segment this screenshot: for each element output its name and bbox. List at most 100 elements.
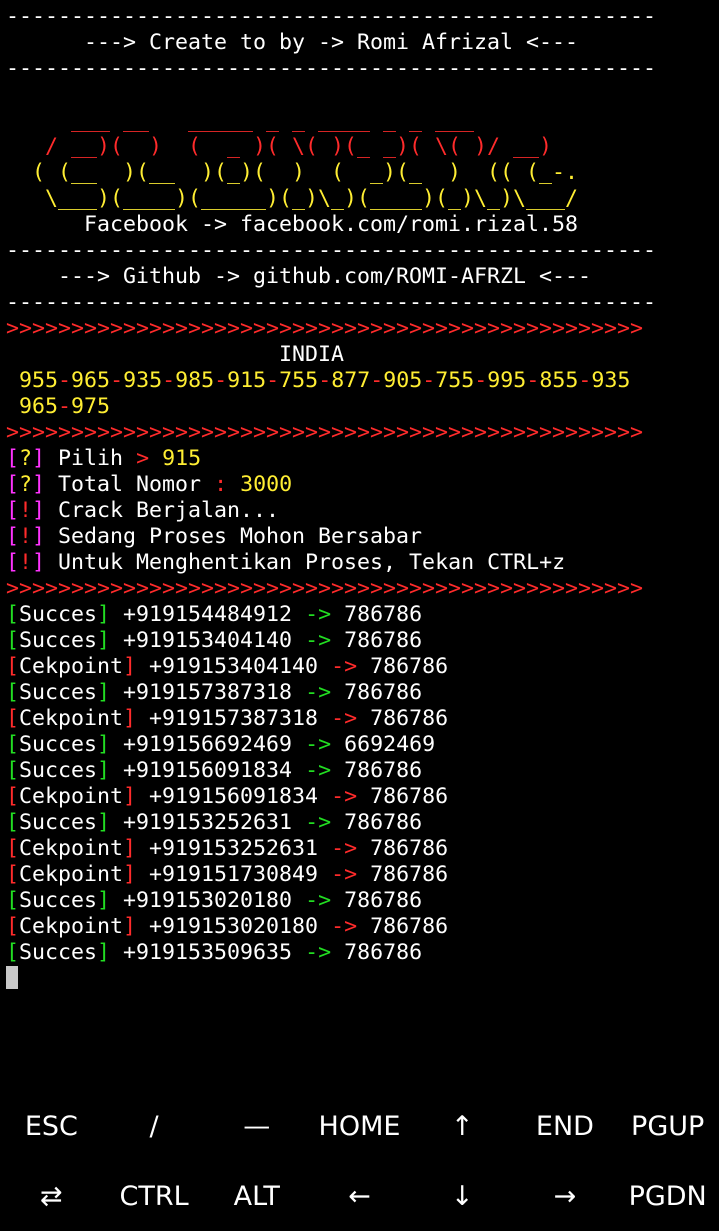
left-arrow-key[interactable]: ← (308, 1162, 411, 1231)
phone-number: +919153404140 (110, 628, 306, 653)
status-bracket: ] (123, 836, 137, 861)
code-separator: - (58, 394, 72, 419)
esc-key[interactable]: ESC (0, 1092, 103, 1162)
result-arrow: -> (305, 940, 332, 965)
phone-number: +919153020180 (136, 914, 332, 939)
phone-number: +919153404140 (136, 654, 332, 679)
phone-number: +919156091834 (110, 758, 306, 783)
result-line: [Cekpoint] +919153020180 -> 786786 (0, 914, 719, 940)
prompt-bracket: [ (6, 498, 20, 523)
result-line: [Cekpoint] +919157387318 -> 786786 (0, 706, 719, 732)
status-bracket: ] (97, 810, 111, 835)
password-value: 786786 (357, 654, 449, 679)
arrow-divider: >>>>>>>>>>>>>>>>>>>>>>>>>>>>>>>>>>>>>>>>… (6, 576, 644, 601)
result-line: [Succes] +919153020180 -> 786786 (0, 888, 719, 914)
status-label: Cekpoint (19, 862, 124, 887)
code-separator: - (266, 368, 280, 393)
github-line: ---> Github -> github.com/ROMI-AFRZL <--… (6, 264, 592, 289)
result-line: [Cekpoint] +919156091834 -> 786786 (0, 784, 719, 810)
status-label: Cekpoint (19, 706, 124, 731)
home-key[interactable]: HOME (308, 1092, 411, 1162)
slash-key[interactable]: / (103, 1092, 206, 1162)
prompt-value: 3000 (227, 472, 293, 497)
code-separator: - (318, 368, 332, 393)
code-separator: - (110, 368, 124, 393)
phone-number: +919156692469 (110, 732, 306, 757)
result-line: [Succes] +919156692469 -> 6692469 (0, 732, 719, 758)
prompt-bracket: ] (32, 550, 46, 575)
arrow-divider: >>>>>>>>>>>>>>>>>>>>>>>>>>>>>>>>>>>>>>>>… (6, 420, 644, 445)
status-bracket: [ (6, 862, 20, 887)
code-separator: - (526, 368, 540, 393)
status-bracket: ] (97, 758, 111, 783)
password-value: 786786 (331, 602, 423, 627)
status-bracket: [ (6, 836, 20, 861)
result-arrow: -> (305, 602, 332, 627)
extra-keys-row: ⇄ CTRL ALT ← ↓ → PGDN (0, 1162, 719, 1231)
area-code: 877 (331, 368, 371, 393)
prompt-line: [?] Pilih > 915 (0, 446, 719, 472)
status-label: Cekpoint (19, 836, 124, 861)
status-bracket: ] (97, 680, 111, 705)
pgdn-key[interactable]: PGDN (616, 1162, 719, 1231)
prompt-symbol: ? (19, 472, 33, 497)
phone-number: +919153509635 (110, 940, 306, 965)
pgup-key[interactable]: PGUP (616, 1092, 719, 1162)
status-bracket: [ (6, 810, 20, 835)
status-bracket: ] (123, 654, 137, 679)
status-label: Succes (19, 888, 98, 913)
prompt-bracket: [ (6, 472, 20, 497)
area-code: 995 (487, 368, 527, 393)
result-arrow: -> (331, 654, 358, 679)
status-bracket: [ (6, 628, 20, 653)
ctrl-key[interactable]: CTRL (103, 1162, 206, 1231)
status-label: Succes (19, 680, 98, 705)
password-value: 786786 (357, 706, 449, 731)
end-key[interactable]: END (514, 1092, 617, 1162)
terminal-output[interactable]: ----------------------------------------… (0, 0, 719, 1090)
password-value: 786786 (331, 758, 423, 783)
phone-number: +919153252631 (110, 810, 306, 835)
result-arrow: -> (305, 758, 332, 783)
prompt-bracket: ] (32, 472, 46, 497)
right-arrow-key[interactable]: → (514, 1162, 617, 1231)
rule-line: ----------------------------------------… (6, 238, 657, 263)
phone-number: +919153020180 (110, 888, 306, 913)
result-line: [Succes] +919154484912 -> 786786 (0, 602, 719, 628)
status-bracket: ] (97, 628, 111, 653)
area-code: 975 (71, 394, 111, 419)
prompt-label: Untuk Menghentikan Proses, Tekan CTRL+z (45, 550, 566, 575)
result-arrow: -> (305, 680, 332, 705)
area-code: 855 (539, 368, 579, 393)
down-arrow-key[interactable]: ↓ (411, 1162, 514, 1231)
prompt-line: [?] Total Nomor : 3000 (0, 472, 719, 498)
prompt-label: Total Nomor (45, 472, 215, 497)
prompt-bracket: ] (32, 498, 46, 523)
alt-key[interactable]: ALT (205, 1162, 308, 1231)
extra-keys-bar: ESC / — HOME ↑ END PGUP ⇄ CTRL ALT ← ↓ → PGDN (0, 1092, 719, 1231)
prompt-symbol: ! (19, 498, 33, 523)
area-code: 755 (279, 368, 319, 393)
result-arrow: -> (305, 732, 332, 757)
extra-keys-row: ESC / — HOME ↑ END PGUP (0, 1092, 719, 1162)
status-label: Succes (19, 810, 98, 835)
code-separator: - (214, 368, 228, 393)
prompt-list: [?] Pilih > 915 [?] Total Nomor : 3000 [!]… (0, 446, 719, 576)
up-arrow-key[interactable]: ↑ (411, 1092, 514, 1162)
result-arrow: -> (331, 706, 358, 731)
status-bracket: ] (123, 914, 137, 939)
tab-key[interactable]: ⇄ (0, 1162, 103, 1231)
prompt-line: [!] Crack Berjalan... (0, 498, 719, 524)
password-value: 786786 (357, 914, 449, 939)
result-line: [Succes] +919153252631 -> 786786 (0, 810, 719, 836)
password-value: 6692469 (331, 732, 436, 757)
status-label: Cekpoint (19, 784, 124, 809)
dash-key[interactable]: — (205, 1092, 308, 1162)
result-line: [Cekpoint] +919153252631 -> 786786 (0, 836, 719, 862)
result-line: [Cekpoint] +919151730849 -> 786786 (0, 862, 719, 888)
prompt-separator: : (214, 472, 228, 497)
phone-number: +919157387318 (136, 706, 332, 731)
password-value: 786786 (331, 628, 423, 653)
area-code: 935 (591, 368, 631, 393)
password-value: 786786 (331, 888, 423, 913)
